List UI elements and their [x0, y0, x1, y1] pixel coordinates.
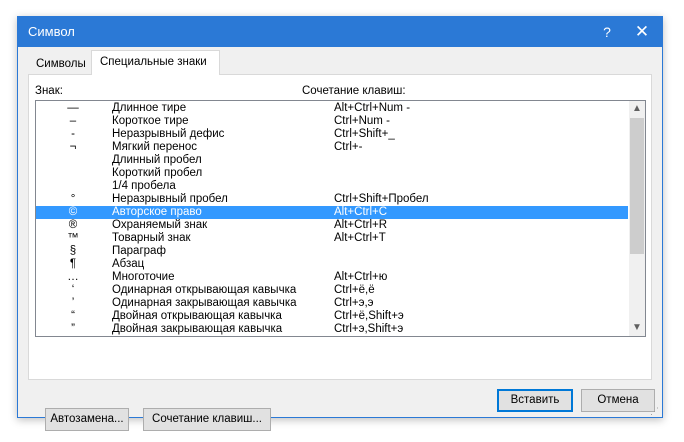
character-glyph: -	[71, 128, 75, 140]
scroll-up-icon[interactable]: ▲	[629, 101, 645, 117]
column-header-sign: Знак:	[35, 85, 63, 97]
scroll-thumb[interactable]	[630, 118, 644, 254]
character-name: Товарный знак	[112, 232, 191, 244]
character-glyph: …	[67, 271, 79, 283]
character-name: Многоточие	[112, 271, 175, 283]
list-item[interactable]: Длинный пробел	[36, 154, 628, 167]
character-glyph: ‘	[71, 284, 75, 296]
character-name: Неразрывный пробел	[112, 193, 228, 205]
dialog-title: Символ	[28, 24, 75, 39]
character-name: Неразрывный дефис	[112, 128, 225, 140]
character-name: Короткий пробел	[112, 167, 203, 179]
character-glyph: ™	[67, 232, 79, 244]
character-glyph: “	[71, 310, 75, 322]
character-shortcut: Ctrl+Shift+Пробел	[334, 193, 429, 205]
list-item[interactable]: - Неразрывный дефис Ctrl+Shift+_	[36, 128, 628, 141]
list-item[interactable]: ” Двойная закрывающая кавычка Ctrl+э,Shift…	[36, 323, 628, 336]
character-name: Абзац	[112, 258, 145, 270]
list-item[interactable]: … Многоточие Alt+Ctrl+ю	[36, 271, 628, 284]
help-button[interactable]: ?	[595, 22, 619, 42]
character-glyph: §	[69, 245, 77, 257]
character-name: Охраняемый знак	[112, 219, 208, 231]
character-name: Одинарная закрывающая кавычка	[112, 297, 297, 309]
character-name: Мягкий перенос	[112, 141, 197, 153]
list-item[interactable]: ¬ Мягкий перенос Ctrl+-	[36, 141, 628, 154]
character-glyph: ®	[68, 219, 78, 231]
character-name: Длинное тире	[112, 102, 187, 114]
close-button[interactable]: ✕	[630, 22, 654, 42]
character-name: Короткое тире	[112, 115, 189, 127]
list-item[interactable]: © Авторское право Alt+Ctrl+C	[36, 206, 628, 219]
character-glyph: ”	[71, 323, 75, 335]
list-item[interactable]: ¶ Абзац	[36, 258, 628, 271]
symbol-dialog: Символ ? ✕ Символы Специальные знаки Зна…	[17, 16, 663, 431]
list-item[interactable]: – Короткое тире Ctrl+Num -	[36, 115, 628, 128]
character-shortcut: Ctrl+Shift+_	[334, 128, 395, 140]
cancel-button[interactable]: Отмена	[581, 389, 655, 412]
column-header-shortcut: Сочетание клавиш:	[302, 85, 406, 97]
special-characters-panel: Знак: Сочетание клавиш: — Длинное тире Alt…	[28, 74, 652, 431]
list-item[interactable]: “ Двойная открывающая кавычка Ctrl+ё,Shift…	[36, 310, 628, 323]
character-glyph: ©	[68, 206, 78, 218]
list-item[interactable]: ’ Одинарная закрывающая кавычка Ctrl+э,э	[36, 297, 628, 310]
list-item[interactable]: — Длинное тире Alt+Ctrl+Num -	[36, 102, 628, 115]
character-shortcut: Ctrl+э,э	[334, 297, 374, 309]
character-shortcut: Ctrl+ё,Shift+э	[334, 310, 404, 322]
character-name: Авторское право	[112, 206, 202, 218]
character-name: 1/4 пробела	[112, 180, 176, 192]
character-shortcut: Alt+Ctrl+Num -	[334, 102, 411, 114]
insert-button[interactable]: Вставить	[497, 389, 573, 412]
list-item[interactable]: § Параграф	[36, 245, 628, 258]
character-name: Параграф	[112, 245, 166, 257]
character-glyph: °	[70, 193, 76, 205]
list-item[interactable]: Короткий пробел	[36, 167, 628, 180]
list-item[interactable]: 1/4 пробела	[36, 180, 628, 193]
vertical-scrollbar[interactable]: ▲ ▼	[629, 101, 645, 336]
list-item[interactable]: ® Охраняемый знак Alt+Ctrl+R	[36, 219, 628, 232]
character-shortcut: Alt+Ctrl+C	[334, 206, 388, 218]
character-glyph: –	[69, 115, 77, 127]
tab-special-characters[interactable]: Специальные знаки	[91, 50, 220, 75]
title-bar: Символ ? ✕	[18, 17, 662, 47]
character-glyph: ¶	[69, 258, 77, 270]
character-name: Одинарная открывающая кавычка	[112, 284, 297, 296]
character-glyph: —	[67, 102, 79, 114]
character-shortcut: Ctrl+Num -	[334, 115, 390, 127]
character-shortcut: Ctrl+э,Shift+э	[334, 323, 404, 335]
character-glyph: ’	[71, 297, 75, 309]
character-shortcut: Alt+Ctrl+R	[334, 219, 388, 231]
tab-symbols[interactable]: Символы	[27, 52, 95, 74]
special-characters-list[interactable]: — Длинное тире Alt+Ctrl+Num - – Короткое тир…	[35, 100, 646, 337]
character-name: Двойная открывающая кавычка	[112, 310, 282, 322]
character-shortcut: Ctrl+-	[334, 141, 363, 153]
character-glyph: ¬	[69, 141, 77, 153]
character-name: Длинный пробел	[112, 154, 202, 166]
list-item[interactable]: ™ Товарный знак Alt+Ctrl+T	[36, 232, 628, 245]
character-shortcut: Alt+Ctrl+T	[334, 232, 386, 244]
autocorrect-button[interactable]: Автозамена...	[45, 408, 129, 431]
list-item[interactable]: ‘ Одинарная открывающая кавычка Ctrl+ё,ё	[36, 284, 628, 297]
character-name: Двойная закрывающая кавычка	[112, 323, 283, 335]
character-shortcut: Ctrl+ё,ё	[334, 284, 375, 296]
shortcut-key-button[interactable]: Сочетание клавиш...	[143, 408, 271, 431]
character-shortcut: Alt+Ctrl+ю	[334, 271, 388, 283]
scroll-down-icon[interactable]: ▼	[629, 320, 645, 336]
resize-grip-icon[interactable]: ⋰	[650, 407, 659, 416]
list-item[interactable]: ° Неразрывный пробел Ctrl+Shift+Пробел	[36, 193, 628, 206]
